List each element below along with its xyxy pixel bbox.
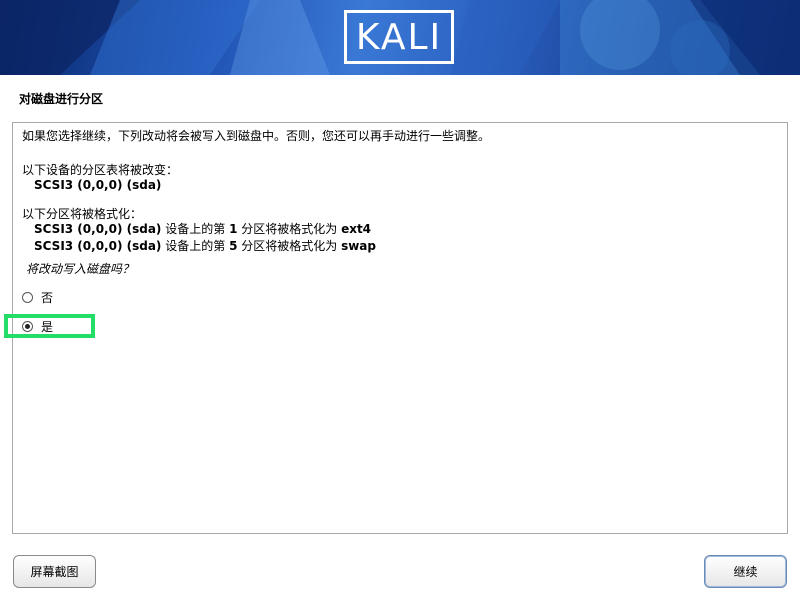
- continue-button[interactable]: 继续: [704, 555, 787, 588]
- format-line-filesystem: ext4: [341, 222, 372, 236]
- option-yes-label: 是: [41, 320, 54, 334]
- screenshot-button[interactable]: 屏幕截图: [13, 555, 96, 588]
- format-line-middle: 分区将被格式化为: [237, 222, 342, 236]
- page-title: 对磁盘进行分区: [19, 92, 104, 106]
- option-no[interactable]: 否: [22, 289, 53, 306]
- kali-banner: KALI: [0, 0, 800, 75]
- format-line-1: SCSI3 (0,0,0) (sda) 设备上的第 1 分区将被格式化为 ext…: [34, 222, 371, 236]
- partition-table-device: SCSI3 (0,0,0) (sda): [34, 178, 162, 192]
- intro-text: 如果您选择继续，下列改动将会被写入到磁盘中。否则，您还可以再手动进行一些调整。: [22, 129, 491, 143]
- format-line-device: SCSI3 (0,0,0) (sda): [34, 239, 162, 253]
- format-line-prefix: 设备上的第: [161, 239, 230, 253]
- radio-button-yes[interactable]: [22, 321, 33, 332]
- radio-button-no[interactable]: [22, 292, 33, 303]
- format-heading: 以下分区将被格式化：: [22, 207, 143, 221]
- format-line-device: SCSI3 (0,0,0) (sda): [34, 222, 162, 236]
- format-line-prefix: 设备上的第: [161, 222, 230, 236]
- format-line-2: SCSI3 (0,0,0) (sda) 设备上的第 5 分区将被格式化为 swa…: [34, 239, 376, 253]
- format-line-middle: 分区将被格式化为: [237, 239, 342, 253]
- option-no-label: 否: [41, 291, 54, 305]
- partition-table-heading: 以下设备的分区表将被改变：: [22, 163, 179, 177]
- option-yes[interactable]: 是: [22, 318, 53, 335]
- question-text: 将改动写入磁盘吗？: [26, 262, 135, 276]
- kali-logo: KALI: [344, 10, 454, 64]
- format-line-filesystem: swap: [341, 239, 376, 253]
